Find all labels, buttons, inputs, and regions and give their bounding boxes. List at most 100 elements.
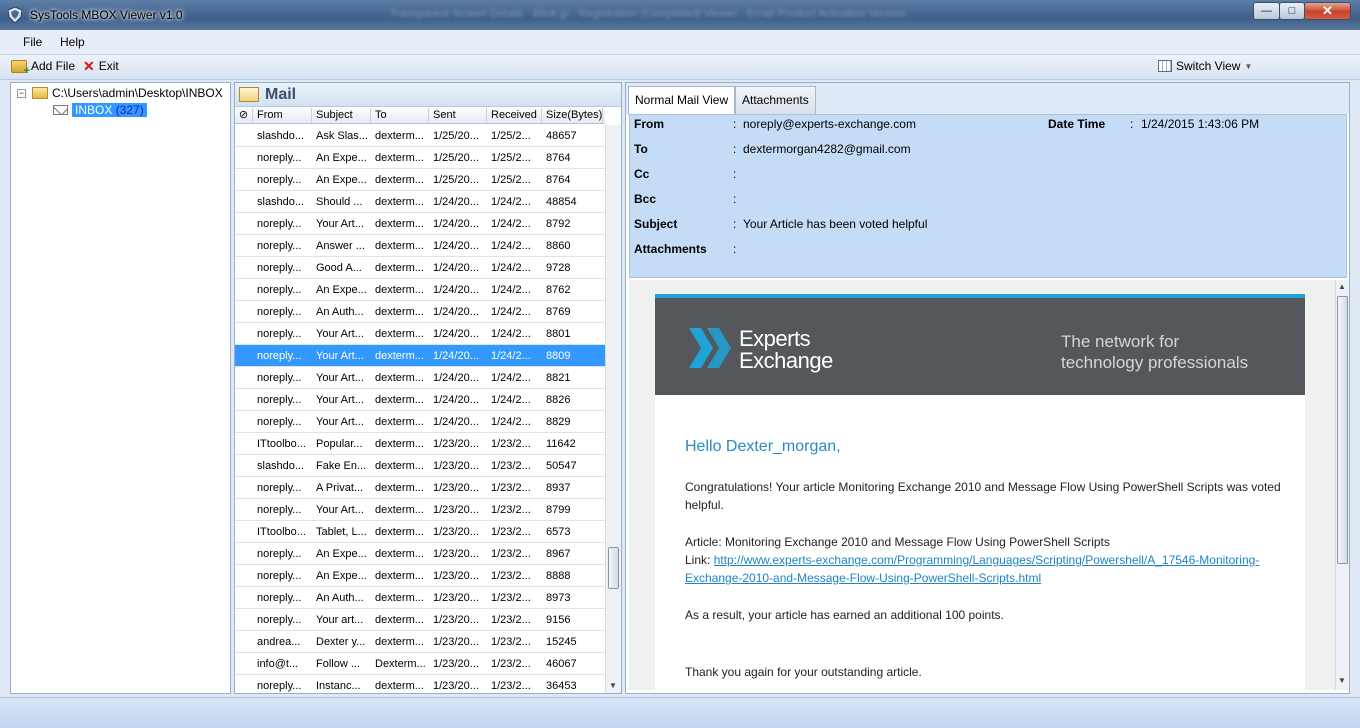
mail-row[interactable]: noreply... Instanc... dexterm... 1/23/20...… [235, 675, 605, 693]
subject-label: Subject [634, 217, 678, 231]
mail-list-scrollbar[interactable]: ▼ [605, 125, 621, 693]
mail-cell-received: 1/25/2... [491, 173, 531, 186]
message-scroll-thumb[interactable] [1337, 296, 1348, 564]
mail-scroll-thumb[interactable] [608, 547, 619, 589]
mail-cell-subject: Should ... [316, 195, 363, 208]
column-received[interactable]: Received [487, 108, 542, 123]
tab-attachments[interactable]: Attachments [735, 86, 816, 114]
mail-row[interactable]: noreply... A Privat... dexterm... 1/23/20..… [235, 477, 605, 499]
switch-view-button[interactable]: Switch View ▼ [1158, 59, 1252, 73]
mail-cell-from: noreply... [257, 305, 302, 318]
menu-help[interactable]: Help [60, 35, 85, 49]
mail-cell-from: noreply... [257, 547, 302, 560]
column-sent[interactable]: Sent [429, 108, 487, 123]
mail-row[interactable]: noreply... Your Art... dexterm... 1/24/20..… [235, 323, 605, 345]
tree-root[interactable]: − C:\Users\admin\Desktop\INBOX [17, 86, 223, 100]
column-to[interactable]: To [371, 108, 429, 123]
add-file-button[interactable]: Add File [11, 59, 75, 77]
mail-cell-sent: 1/23/20... [433, 613, 479, 626]
mail-row[interactable]: slashdo... Ask Slas... dexterm... 1/25/20..… [235, 125, 605, 147]
mail-cell-received: 1/24/2... [491, 195, 531, 208]
column-subject[interactable]: Subject [312, 108, 371, 123]
mail-row[interactable]: noreply... Good A... dexterm... 1/24/20... 1… [235, 257, 605, 279]
title-bar: SysTools MBOX Viewer v1.0 Transparent Sc… [0, 0, 1360, 30]
column-from[interactable]: From [253, 108, 312, 123]
from-value: noreply@experts-exchange.com [743, 117, 916, 131]
mail-panel-title: Mail [265, 85, 297, 103]
scroll-down-arrow-icon[interactable]: ▼ [1338, 676, 1346, 685]
mail-row[interactable]: slashdo... Fake En... dexterm... 1/23/20...… [235, 455, 605, 477]
mail-cell-received: 1/24/2... [491, 283, 531, 296]
mail-cell-sent: 1/23/20... [433, 635, 479, 648]
mail-cell-size: 8829 [546, 415, 571, 428]
mail-row[interactable]: noreply... Your Art... dexterm... 1/24/20..… [235, 213, 605, 235]
column-size[interactable]: Size(Bytes) [542, 108, 603, 123]
to-value: dextermorgan4282@gmail.com [743, 142, 911, 156]
inbox-label[interactable]: INBOX (327) [72, 103, 147, 117]
switch-view-label: Switch View [1176, 59, 1241, 73]
menu-file[interactable]: File [23, 35, 42, 49]
mail-cell-from: noreply... [257, 503, 302, 516]
mail-cell-from: ITtoolbo... [257, 525, 306, 538]
mail-row[interactable]: noreply... An Auth... dexterm... 1/24/20...… [235, 301, 605, 323]
mail-cell-sent: 1/24/20... [433, 371, 479, 384]
inbox-count: (327) [115, 103, 144, 117]
mail-row[interactable]: noreply... Your Art... dexterm... 1/23/20..… [235, 499, 605, 521]
mail-cell-received: 1/23/2... [491, 613, 531, 626]
mail-row[interactable]: noreply... Answer ... dexterm... 1/24/20...… [235, 235, 605, 257]
mail-row[interactable]: noreply... An Expe... dexterm... 1/23/20...… [235, 543, 605, 565]
mail-row[interactable]: slashdo... Should ... dexterm... 1/24/20...… [235, 191, 605, 213]
mail-row[interactable]: noreply... Your Art... dexterm... 1/24/20..… [235, 389, 605, 411]
mail-cell-to: dexterm... [375, 195, 424, 208]
mail-row[interactable]: noreply... An Expe... dexterm... 1/25/20...… [235, 169, 605, 191]
tree-item-inbox[interactable]: INBOX (327) [53, 103, 147, 117]
mail-cell-to: dexterm... [375, 613, 424, 626]
maximize-button[interactable]: □ [1279, 2, 1305, 20]
blurred-background-title: Transparent Screen Details · Blink.jp · … [390, 8, 906, 20]
brand-name: Experts Exchange [739, 328, 833, 372]
mail-cell-to: dexterm... [375, 261, 424, 274]
mail-cell-subject: An Expe... [316, 173, 367, 186]
mail-cell-sent: 1/24/20... [433, 327, 479, 340]
mail-cell-size: 8769 [546, 305, 571, 318]
mail-row[interactable]: ITtoolbo... Tablet, L... dexterm... 1/23/20… [235, 521, 605, 543]
minimize-button[interactable]: — [1253, 2, 1280, 20]
mail-icon [239, 87, 259, 102]
mail-cell-from: andrea... [257, 635, 301, 648]
mail-cell-to: dexterm... [375, 437, 424, 450]
bcc-label: Bcc [634, 192, 657, 206]
mail-row[interactable]: noreply... An Expe... dexterm... 1/24/20...… [235, 279, 605, 301]
tab-normal-mail-view[interactable]: Normal Mail View [628, 86, 736, 115]
mail-row[interactable]: noreply... An Auth... dexterm... 1/23/20...… [235, 587, 605, 609]
status-bar [0, 697, 1360, 728]
mail-cell-received: 1/23/2... [491, 569, 531, 582]
mail-cell-from: noreply... [257, 327, 302, 340]
close-button[interactable]: ✕ [1304, 2, 1351, 20]
mail-row[interactable]: noreply... Your art... dexterm... 1/23/20..… [235, 609, 605, 631]
mail-cell-from: slashdo... [257, 129, 305, 142]
attachment-column-icon[interactable]: ⊘ [235, 108, 253, 123]
message-scrollbar[interactable]: ▲ ▼ [1335, 280, 1349, 690]
mail-cell-size: 48854 [546, 195, 577, 208]
mail-row[interactable]: ITtoolbo... Popular... dexterm... 1/23/20..… [235, 433, 605, 455]
mail-cell-to: dexterm... [375, 349, 424, 362]
mail-cell-sent: 1/23/20... [433, 547, 479, 560]
scroll-up-arrow-icon[interactable]: ▲ [1338, 282, 1346, 291]
mail-cell-subject: Instanc... [316, 679, 361, 692]
scroll-down-arrow-icon[interactable]: ▼ [609, 681, 617, 690]
mail-row[interactable]: noreply... Your Art... dexterm... 1/24/20..… [235, 367, 605, 389]
mail-cell-received: 1/23/2... [491, 547, 531, 560]
mail-cell-received: 1/23/2... [491, 437, 531, 450]
bcc-colon: : [733, 192, 737, 206]
mail-row[interactable]: andrea... Dexter y... dexterm... 1/23/20...… [235, 631, 605, 653]
collapse-icon[interactable]: − [17, 88, 26, 98]
mail-row[interactable]: noreply... Your Art... dexterm... 1/24/20..… [235, 411, 605, 433]
mail-row[interactable]: noreply... Your Art... dexterm... 1/24/20..… [235, 345, 605, 367]
mail-cell-subject: An Auth... [316, 305, 364, 318]
article-link[interactable]: http://www.experts-exchange.com/Programm… [685, 553, 1259, 585]
exit-button[interactable]: ✕ Exit [83, 59, 119, 73]
mail-row[interactable]: info@t... Follow ... Dexterm... 1/23/20... 1… [235, 653, 605, 675]
mail-row[interactable]: noreply... An Expe... dexterm... 1/23/20...… [235, 565, 605, 587]
mail-row[interactable]: noreply... An Expe... dexterm... 1/25/20...… [235, 147, 605, 169]
mail-cell-to: dexterm... [375, 503, 424, 516]
